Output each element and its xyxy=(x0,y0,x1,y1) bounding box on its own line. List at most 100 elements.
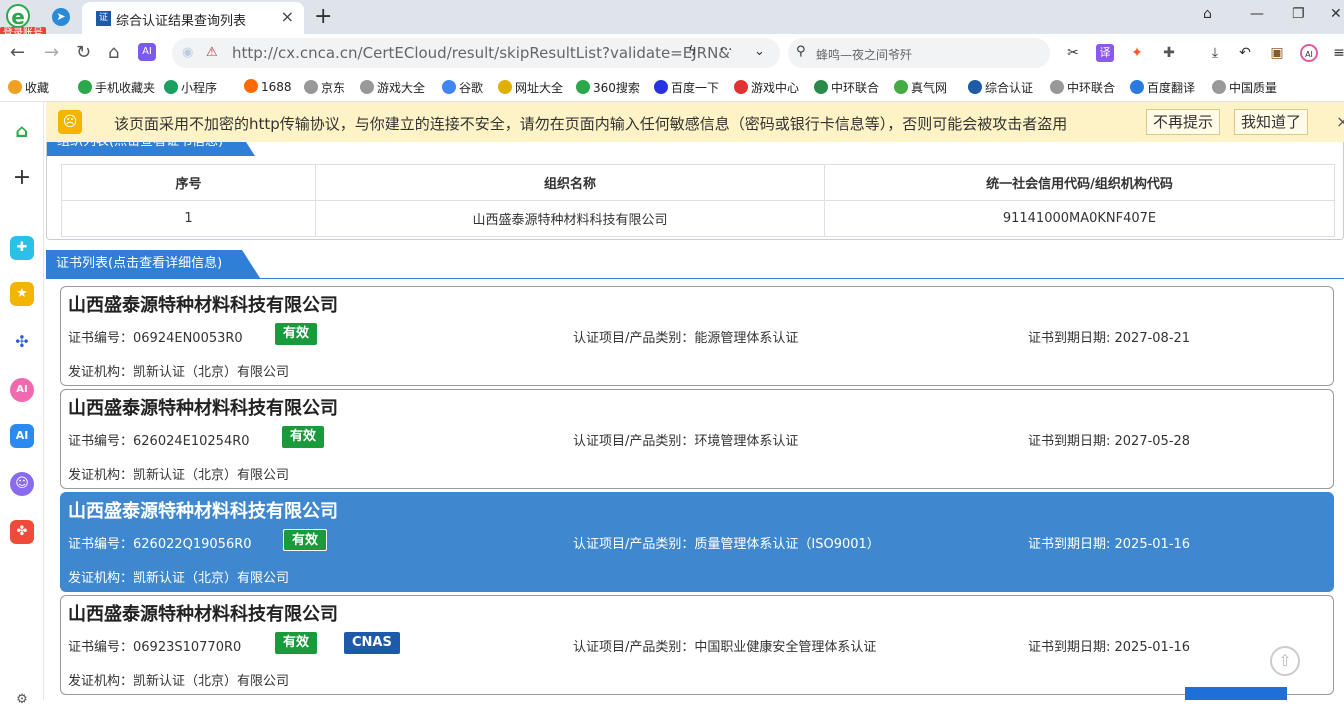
cert-expiry-value: 2025-01-16 xyxy=(1114,537,1191,552)
bookmark-item[interactable]: 1688 xyxy=(244,79,292,94)
menu-icon[interactable]: ≡ xyxy=(1330,44,1344,62)
bookmark-item[interactable]: 百度翻译 xyxy=(1130,79,1195,96)
bookmark-item[interactable]: 游戏大全 xyxy=(360,79,425,96)
settings-icon[interactable]: ⚙ xyxy=(10,688,34,712)
bookmark-item[interactable]: 综合认证 xyxy=(968,79,1033,96)
plus-app-icon[interactable]: ✚ xyxy=(10,236,34,260)
bookmark-label: 综合认证 xyxy=(985,81,1034,95)
phone-icon xyxy=(78,80,92,94)
bookmark-item[interactable]: 360搜索 xyxy=(576,79,640,96)
scroll-to-top-button[interactable]: ⇧ xyxy=(1270,646,1300,676)
cert-expiry-label: 证书到期日期: xyxy=(1028,640,1115,655)
new-tab-button[interactable]: + xyxy=(314,4,332,29)
table-row[interactable]: 1 山西盛泰源特种材料科技有限公司 91141000MA0KNF407E xyxy=(61,200,1335,237)
home-icon[interactable]: ⌂ xyxy=(108,42,119,63)
org-name[interactable]: 山西盛泰源特种材料科技有限公司 xyxy=(315,200,825,237)
game-icon[interactable]: ✦ xyxy=(1128,44,1146,62)
undo-icon[interactable]: ↶ xyxy=(1236,44,1254,62)
ai-icon[interactable]: AI xyxy=(10,424,34,448)
ai-assistant-icon[interactable]: AI xyxy=(1300,44,1318,62)
gamepad-icon[interactable]: ✤ xyxy=(10,520,34,544)
network-icon[interactable]: ✣ xyxy=(10,330,34,354)
bookmark-item[interactable]: 中国质量 xyxy=(1212,79,1277,96)
insecure-icon[interactable]: ⚠ xyxy=(206,45,218,60)
telegram-icon[interactable]: ➤ xyxy=(52,8,70,26)
back-icon[interactable]: ← xyxy=(10,42,25,63)
org-header-name: 组织名称 xyxy=(315,164,825,201)
ai-icon[interactable]: AI xyxy=(138,43,156,61)
cert-project-label: 认证项目/产品类别： xyxy=(573,331,695,346)
robot-icon[interactable]: ☺ xyxy=(10,472,34,496)
cert-issuer-label: 发证机构： xyxy=(68,468,134,483)
scissors-icon[interactable]: ✂ xyxy=(1064,44,1082,62)
bookmark-label: 小程序 xyxy=(181,81,218,95)
got-it-button[interactable]: 我知道了 xyxy=(1234,109,1309,135)
home-icon[interactable]: ⌂ xyxy=(10,120,34,144)
bookmark-item[interactable]: 京东 xyxy=(304,79,345,96)
reload-icon[interactable]: ↻ xyxy=(76,42,91,63)
cert-card[interactable]: 山西盛泰源特种材料科技有限公司 证书编号：626024E10254R0 有效 认证项目… xyxy=(60,389,1334,489)
url-bar[interactable]: ◉ ⚠ http://cx.cnca.cn/CertECloud/result/… xyxy=(172,38,780,68)
tab-close-icon[interactable]: × xyxy=(281,7,294,26)
bookmark-label: 网址大全 xyxy=(515,81,564,95)
tab-bar: e 登录账号 ➤ 证 综合认证结果查询列表 × + ⌂ — ❐ ✕ xyxy=(0,0,1344,41)
globe-icon xyxy=(1212,80,1226,94)
cert-number-value: 06924EN0053R0 xyxy=(133,331,243,346)
star-icon[interactable]: ★ xyxy=(10,282,34,306)
cert-issuer-label: 发证机构： xyxy=(68,571,134,586)
search-box[interactable]: ⚲ 蜂鸣—夜之间爷歼 xyxy=(788,38,1050,68)
chevron-down-icon[interactable]: ⌄ xyxy=(754,44,765,59)
briefcase-icon[interactable]: ▣ xyxy=(1268,44,1286,62)
bookmark-item[interactable]: 收藏 xyxy=(8,79,49,96)
cert-issuer: 发证机构：凯新认证（北京）有限公司 xyxy=(68,567,289,586)
floating-panel[interactable] xyxy=(1185,687,1287,700)
tab-active[interactable]: 证 综合认证结果查询列表 × xyxy=(82,2,304,34)
page-content: 组织列表(点击查看证书信息) 序号 组织名称 统一社会信用代码/组织机构代码 1… xyxy=(46,142,1344,700)
tab-title: 综合认证结果查询列表 xyxy=(116,14,247,29)
no-remind-button[interactable]: 不再提示 xyxy=(1146,109,1221,135)
cert-project: 认证项目/产品类别：中国职业健康安全管理体系认证 xyxy=(573,636,876,655)
warning-close-icon[interactable]: × xyxy=(1336,112,1344,131)
bookmark-item[interactable]: 中环联合 xyxy=(814,79,879,96)
maximize-icon[interactable]: ❐ xyxy=(1292,6,1305,22)
add-icon[interactable]: + xyxy=(10,166,34,190)
cert-number-value: 626022Q19056R0 xyxy=(133,537,252,552)
cert-section-tab: 证书列表(点击查看详细信息) xyxy=(46,250,260,278)
bookmark-item[interactable]: 游戏中心 xyxy=(734,79,799,96)
download-icon[interactable]: ⤓ xyxy=(1206,44,1224,62)
more-icon[interactable]: ··· xyxy=(720,43,732,58)
window-close-icon[interactable]: ✕ xyxy=(1330,6,1342,22)
bookmark-item[interactable]: 中环联合 xyxy=(1050,79,1115,96)
shirt-icon[interactable]: ⌂ xyxy=(1203,6,1212,22)
org-code: 91141000MA0KNF407E xyxy=(824,200,1335,237)
site-info-icon[interactable]: ◉ xyxy=(182,45,193,60)
divider xyxy=(46,278,1344,279)
globe-icon xyxy=(360,80,374,94)
warning-text: 该页面采用不加密的http传输协议，与你建立的连接不安全，请勿在页面内输入任何敏… xyxy=(114,115,1068,133)
forward-icon[interactable]: → xyxy=(44,42,59,63)
cert-org-name: 山西盛泰源特种材料科技有限公司 xyxy=(68,604,338,625)
search-input[interactable]: 蜂鸣—夜之间爷歼 xyxy=(816,46,912,63)
cert-card[interactable]: 山西盛泰源特种材料科技有限公司 证书编号：06923S10770R0 有效 CNAS 认… xyxy=(60,595,1334,695)
cert-org-name: 山西盛泰源特种材料科技有限公司 xyxy=(68,295,338,316)
cert-card[interactable]: 山西盛泰源特种材料科技有限公司 证书编号：06924EN0053R0 有效 认证项目/… xyxy=(60,286,1334,386)
url-text[interactable]: http://cx.cnca.cn/CertECloud/result/skip… xyxy=(232,44,730,62)
cert-expiry: 证书到期日期: 2027-08-21 xyxy=(1028,327,1190,346)
bookmark-item[interactable]: 谷歌 xyxy=(442,79,483,96)
bookmark-item[interactable]: 百度一下 xyxy=(654,79,719,96)
game-icon xyxy=(734,80,748,94)
bookmark-item[interactable]: 真气网 xyxy=(894,79,947,96)
cert-number: 证书编号：626024E10254R0 xyxy=(68,430,250,449)
cert-card[interactable]: 山西盛泰源特种材料科技有限公司 证书编号：626022Q19056R0 有效 认证项目… xyxy=(60,492,1334,592)
minimize-icon[interactable]: — xyxy=(1250,6,1264,22)
bookmark-item[interactable]: 小程序 xyxy=(164,79,217,96)
cert-expiry-value: 2027-08-21 xyxy=(1114,331,1191,346)
browser-logo-icon[interactable]: e xyxy=(6,4,30,28)
bookmark-label: 中国质量 xyxy=(1229,81,1278,95)
translate-icon[interactable]: 译 xyxy=(1096,44,1114,62)
ai-chat-icon[interactable]: AI xyxy=(10,378,34,402)
lightning-icon[interactable]: ϟ xyxy=(688,44,697,59)
bookmark-item[interactable]: 手机收藏夹 xyxy=(78,79,155,96)
extension-icon[interactable]: ✚ xyxy=(1160,44,1178,62)
bookmark-item[interactable]: 网址大全 xyxy=(498,79,563,96)
